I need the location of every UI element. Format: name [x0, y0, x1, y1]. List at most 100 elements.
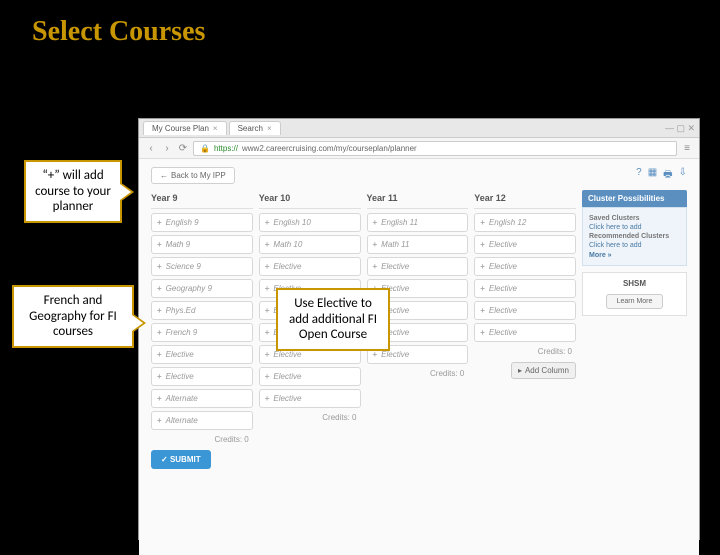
- rec-clusters-link[interactable]: Click here to add: [589, 242, 680, 249]
- course-slot[interactable]: +Elective: [367, 257, 469, 276]
- saved-clusters-label: Saved Clusters: [589, 215, 680, 222]
- plus-icon: +: [157, 328, 162, 337]
- help-icon[interactable]: ?: [636, 167, 642, 184]
- tab-label: Search: [238, 124, 263, 133]
- course-slot[interactable]: +Math 11: [367, 235, 469, 254]
- sidebar-header: Cluster Possibilities: [582, 190, 687, 207]
- plus-icon: +: [265, 394, 270, 403]
- course-slot[interactable]: +Elective: [259, 367, 361, 386]
- plus-icon: +: [480, 284, 485, 293]
- back-to-ipp-button[interactable]: ← Back to My IPP: [151, 167, 235, 184]
- course-slot[interactable]: +Elective: [474, 257, 576, 276]
- year-header: Year 9: [151, 190, 253, 209]
- cluster-box: Saved Clusters Click here to add Recomme…: [582, 207, 687, 266]
- plus-icon: +: [265, 328, 270, 337]
- course-slot[interactable]: +Geography 9: [151, 279, 253, 298]
- callout-plus: “+” will add course to your planner: [24, 160, 122, 223]
- nav-back-icon[interactable]: ‹: [145, 142, 157, 154]
- url-scheme: https://: [214, 144, 238, 153]
- plus-icon: +: [157, 240, 162, 249]
- menu-icon[interactable]: ≡: [681, 142, 693, 154]
- callout-elective: Use Elective to add additional FI Open C…: [276, 288, 390, 351]
- course-slot[interactable]: +English 10: [259, 213, 361, 232]
- plus-icon: +: [265, 218, 270, 227]
- export-icon[interactable]: ⇩: [679, 167, 687, 184]
- course-slot[interactable]: +Elective: [474, 323, 576, 342]
- plus-icon: +: [157, 284, 162, 293]
- url-text: www2.careercruising.com/my/courseplan/pl…: [242, 144, 417, 153]
- course-slot[interactable]: +Elective: [474, 235, 576, 254]
- credits-label: Credits: 0: [151, 433, 253, 446]
- year-header: Year 10: [259, 190, 361, 209]
- shsm-title: SHSM: [589, 279, 680, 288]
- course-slot[interactable]: +Phys.Ed: [151, 301, 253, 320]
- plus-icon: +: [373, 262, 378, 271]
- more-link[interactable]: More »: [589, 252, 680, 259]
- plus-icon: +: [265, 306, 270, 315]
- plus-icon: +: [265, 262, 270, 271]
- tab-search[interactable]: Search ×: [229, 121, 281, 135]
- nav-forward-icon[interactable]: ›: [161, 142, 173, 154]
- close-icon[interactable]: ×: [213, 124, 218, 133]
- course-slot[interactable]: +English 11: [367, 213, 469, 232]
- plus-icon: +: [480, 240, 485, 249]
- plus-icon: +: [373, 240, 378, 249]
- planner-grid: Year 9 +English 9 +Math 9 +Science 9 +Ge…: [151, 190, 687, 469]
- plus-icon: +: [373, 218, 378, 227]
- plus-icon: +: [157, 306, 162, 315]
- window-controls[interactable]: — ▢ ✕: [665, 123, 695, 134]
- slide-title: Select Courses: [0, 0, 720, 56]
- plus-icon: +: [157, 262, 162, 271]
- plus-icon: +: [480, 218, 485, 227]
- reload-icon[interactable]: ⟳: [177, 142, 189, 154]
- saved-clusters-link[interactable]: Click here to add: [589, 224, 680, 231]
- credits-label: Credits: 0: [367, 367, 469, 380]
- plus-icon: +: [480, 306, 485, 315]
- course-slot[interactable]: +Elective: [474, 301, 576, 320]
- view-icon[interactable]: ▦: [648, 167, 657, 184]
- credits-label: Credits: 0: [259, 411, 361, 424]
- course-slot[interactable]: +English 12: [474, 213, 576, 232]
- shsm-box: SHSM Learn More: [582, 272, 687, 316]
- tab-bar: My Course Plan × Search × — ▢ ✕: [139, 119, 699, 138]
- sidebar: Cluster Possibilities Saved Clusters Cli…: [582, 190, 687, 469]
- course-slot[interactable]: +Alternate: [151, 411, 253, 430]
- course-slot[interactable]: +English 9: [151, 213, 253, 232]
- course-slot[interactable]: +Elective: [151, 367, 253, 386]
- print-icon[interactable]: 🖶: [663, 167, 672, 184]
- course-slot[interactable]: +Alternate: [151, 389, 253, 408]
- address-bar: ‹ › ⟳ 🔒 https:// www2.careercruising.com…: [139, 138, 699, 159]
- plus-icon: +: [157, 372, 162, 381]
- course-slot[interactable]: +Elective: [259, 257, 361, 276]
- lock-icon: 🔒: [200, 144, 210, 153]
- year-column: Year 12 +English 12 +Elective +Elective …: [474, 190, 576, 469]
- course-slot[interactable]: +French 9: [151, 323, 253, 342]
- course-slot[interactable]: +Elective: [474, 279, 576, 298]
- learn-more-button[interactable]: Learn More: [606, 294, 664, 309]
- plus-icon: ▸: [518, 366, 522, 375]
- credits-label: Credits: 0: [474, 345, 576, 358]
- course-slot[interactable]: +Science 9: [151, 257, 253, 276]
- plus-icon: +: [265, 240, 270, 249]
- plus-icon: +: [480, 328, 485, 337]
- plus-icon: +: [157, 350, 162, 359]
- submit-button[interactable]: ✓ SUBMIT: [151, 450, 211, 469]
- tab-course-plan[interactable]: My Course Plan ×: [143, 121, 227, 135]
- course-slot[interactable]: +Elective: [151, 345, 253, 364]
- toolbar-icons: ? ▦ 🖶 ⇩: [636, 167, 687, 184]
- back-label: Back to My IPP: [171, 171, 226, 180]
- course-slot[interactable]: +Elective: [259, 389, 361, 408]
- rec-clusters-label: Recommended Clusters: [589, 233, 680, 240]
- plus-icon: +: [157, 218, 162, 227]
- url-field[interactable]: 🔒 https:// www2.careercruising.com/my/co…: [193, 141, 677, 156]
- plus-icon: +: [157, 394, 162, 403]
- close-icon[interactable]: ×: [267, 124, 272, 133]
- add-column-button[interactable]: ▸Add Column: [511, 362, 576, 379]
- plus-icon: +: [480, 262, 485, 271]
- plus-icon: +: [373, 350, 378, 359]
- plus-icon: +: [265, 350, 270, 359]
- plus-icon: +: [265, 284, 270, 293]
- year-header: Year 12: [474, 190, 576, 209]
- course-slot[interactable]: +Math 10: [259, 235, 361, 254]
- course-slot[interactable]: +Math 9: [151, 235, 253, 254]
